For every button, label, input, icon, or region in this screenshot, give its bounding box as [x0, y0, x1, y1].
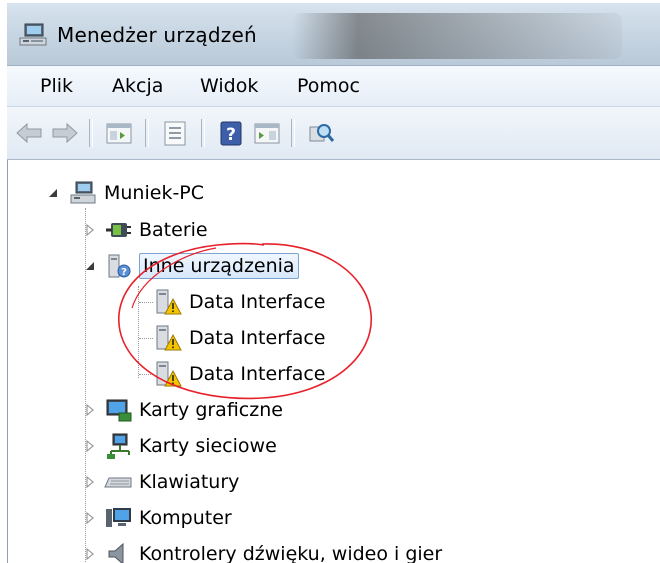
- show-hide-console-tree-icon[interactable]: [103, 117, 135, 149]
- tree-item-sound-controllers[interactable]: Kontrolery dźwięku, wideo i gier: [83, 539, 442, 563]
- toolbar-separator: [291, 119, 295, 147]
- tree-item-label: Kontrolery dźwięku, wideo i gier: [139, 543, 443, 563]
- tree-item-label: Data Interface: [189, 327, 326, 349]
- collapsed-arrow-icon[interactable]: [83, 475, 97, 489]
- collapsed-arrow-icon[interactable]: [83, 403, 97, 417]
- collapsed-arrow-icon[interactable]: [83, 511, 97, 525]
- tree-item-label: Data Interface: [189, 291, 326, 313]
- menu-action[interactable]: Akcja: [112, 75, 163, 97]
- title-bar[interactable]: Menedżer urządzeń: [7, 3, 660, 66]
- tree-item-data-interface-2[interactable]: Data Interface: [153, 323, 325, 353]
- svg-text:?: ?: [226, 125, 236, 145]
- battery-icon: [106, 223, 131, 237]
- toolbar: ?: [7, 107, 660, 160]
- help-icon[interactable]: ?: [215, 117, 247, 149]
- collapsed-arrow-icon[interactable]: [83, 547, 97, 561]
- properties-icon[interactable]: [159, 117, 191, 149]
- tree-item-computer[interactable]: Komputer: [83, 503, 232, 533]
- computer-icon: [106, 508, 131, 527]
- menu-file[interactable]: Plik: [40, 75, 73, 97]
- tree-item-root[interactable]: Muniek-PC: [46, 178, 204, 208]
- title-bar-glass-blur: [292, 13, 622, 59]
- expanded-arrow-icon[interactable]: [83, 259, 97, 273]
- tree-item-network-adapters[interactable]: Karty sieciowe: [83, 431, 277, 461]
- device-manager-icon: [19, 23, 47, 46]
- window-title: Menedżer urządzeń: [57, 23, 257, 47]
- tree-item-label: Karty sieciowe: [139, 435, 277, 457]
- tree-item-display-adapters[interactable]: Karty graficzne: [83, 395, 283, 425]
- tree-item-label: Karty graficzne: [139, 399, 283, 421]
- expanded-arrow-icon[interactable]: [46, 186, 60, 200]
- tree-item-label: Klawiatury: [139, 471, 240, 493]
- computer-tree-icon: [70, 181, 96, 204]
- show-action-pane-icon[interactable]: [251, 117, 283, 149]
- display-adapter-icon: [106, 399, 132, 422]
- tree-item-keyboards[interactable]: Klawiatury: [83, 467, 239, 497]
- keyboard-icon: [104, 477, 132, 488]
- forward-arrow-icon[interactable]: [49, 117, 81, 149]
- tree-connector: [139, 374, 153, 375]
- tree-connector: [139, 302, 153, 303]
- tree-item-data-interface-1[interactable]: Data Interface: [153, 287, 325, 317]
- tree-item-data-interface-3[interactable]: Data Interface: [153, 359, 325, 389]
- toolbar-separator: [145, 119, 149, 147]
- sound-controller-icon: [108, 542, 124, 563]
- menu-help[interactable]: Pomoc: [297, 75, 360, 97]
- device-manager-window: Menedżer urządzeń Plik Akcja Widok Pomoc: [7, 3, 660, 563]
- tree-connector: [139, 338, 153, 339]
- tree-item-label: Inne urządzenia: [139, 253, 299, 279]
- tree-connector: [138, 286, 139, 378]
- network-adapter-icon: [107, 433, 130, 459]
- warning-device-icon: [156, 361, 182, 387]
- scan-hardware-changes-icon[interactable]: [305, 117, 337, 149]
- tree-item-other-devices[interactable]: ? Inne urządzenia: [83, 251, 299, 281]
- warning-device-icon: [156, 289, 182, 315]
- tree-item-label: Baterie: [139, 219, 208, 241]
- collapsed-arrow-icon[interactable]: [83, 439, 97, 453]
- tree-item-label: Komputer: [139, 507, 232, 529]
- collapsed-arrow-icon[interactable]: [83, 223, 97, 237]
- tree-item-batteries[interactable]: Baterie: [83, 215, 208, 245]
- toolbar-separator: [89, 119, 93, 147]
- tree-item-label: Muniek-PC: [104, 182, 205, 204]
- back-arrow-icon[interactable]: [13, 117, 45, 149]
- warning-device-icon: [156, 325, 182, 351]
- desktop-edge: [0, 0, 7, 563]
- menu-bar: Plik Akcja Widok Pomoc: [7, 66, 660, 107]
- unknown-device-icon: ?: [108, 254, 131, 278]
- menu-view[interactable]: Widok: [200, 75, 258, 97]
- toolbar-separator: [201, 119, 205, 147]
- device-tree[interactable]: Muniek-PC Baterie ? Inne urządzenia Data…: [7, 160, 660, 563]
- svg-text:?: ?: [121, 267, 127, 278]
- tree-item-label: Data Interface: [189, 363, 326, 385]
